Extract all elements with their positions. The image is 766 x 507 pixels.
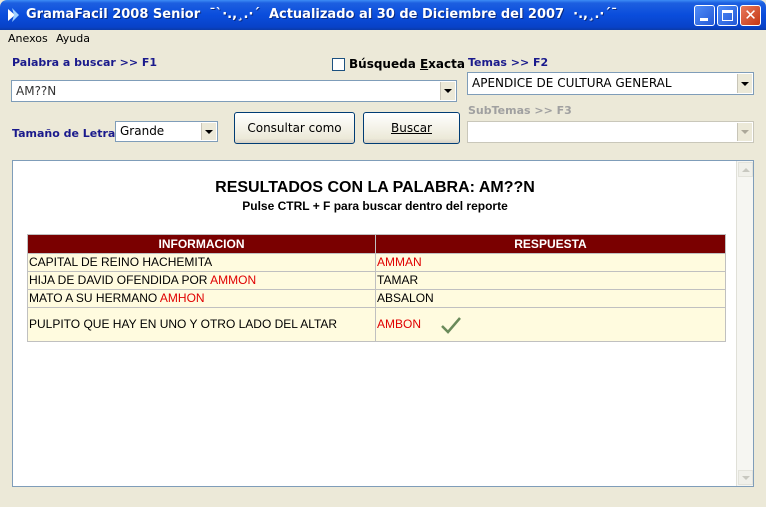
status-bar	[0, 488, 766, 507]
temas-select[interactable]: APENDICE DE CULTURA GENERAL	[467, 72, 754, 95]
info-text: MATO A SU HERMANO	[29, 291, 160, 305]
info-highlight: AMHON	[159, 291, 205, 305]
report-title: RESULTADOS CON LA PALABRA: AM??N	[215, 179, 535, 196]
minimize-icon	[700, 18, 708, 21]
maximize-icon	[722, 10, 733, 21]
table-row: HIJA DE DAVID OFENDIDA POR AMMON TAMAR	[27, 271, 726, 290]
chevron-down-icon[interactable]	[440, 82, 455, 100]
cell-informacion: PULPITO QUE HAY EN UNO Y OTRO LADO DEL A…	[27, 307, 376, 342]
search-label: Palabra a buscar >> F1	[12, 56, 158, 69]
report-panel[interactable]: RESULTADOS CON LA PALABRA: AM??N Pulse C…	[12, 160, 754, 487]
scroll-up-icon[interactable]	[738, 162, 753, 177]
report-subtitle: Pulse CTRL + F para buscar dentro del re…	[242, 199, 508, 213]
answer-text: ABSALON	[377, 291, 434, 305]
temas-label: Temas >> F2	[468, 56, 549, 69]
table-row: PULPITO QUE HAY EN UNO Y OTRO LADO DEL A…	[27, 307, 726, 342]
menu-anexos[interactable]: Anexos	[8, 32, 48, 45]
search-input[interactable]: AM??N	[11, 80, 457, 102]
close-button[interactable]: ✕	[740, 5, 761, 26]
cell-informacion: CAPITAL DE REINO HACHEMITA	[27, 253, 376, 272]
table-row: CAPITAL DE REINO HACHEMITA AMMAN	[27, 253, 726, 272]
results-table: INFORMACION RESPUESTA CAPITAL DE REINO H…	[27, 234, 726, 342]
table-header-row: INFORMACION RESPUESTA	[27, 234, 726, 254]
cell-respuesta: AMBON	[375, 307, 726, 342]
exact-search-label[interactable]: Búsqueda Exacta	[349, 57, 465, 71]
column-header-informacion: INFORMACION	[27, 234, 376, 254]
answer-text: AMMAN	[377, 255, 422, 269]
checkmark-icon	[441, 316, 461, 334]
info-text: CAPITAL DE REINO HACHEMITA	[29, 255, 213, 269]
font-size-value: Grande	[120, 124, 165, 138]
scroll-down-icon[interactable]	[738, 470, 753, 485]
font-size-label: Tamaño de Letra	[12, 127, 116, 140]
chevron-down-icon[interactable]	[737, 123, 752, 141]
maximize-button[interactable]	[717, 5, 738, 26]
chevron-down-icon[interactable]	[737, 74, 752, 93]
chevron-down-icon[interactable]	[201, 123, 216, 140]
info-text: HIJA DE DAVID OFENDIDA POR	[29, 273, 211, 287]
close-icon: ✕	[744, 6, 757, 24]
title-bar[interactable]: GramaFacil 2008 Senior ¯`·.,¸.·´ Actuali…	[0, 0, 766, 30]
window-title: GramaFacil 2008 Senior ¯`·.,¸.·´ Actuali…	[26, 7, 618, 22]
column-header-respuesta: RESPUESTA	[375, 234, 726, 254]
app-icon	[8, 8, 19, 22]
cell-respuesta: TAMAR	[375, 271, 726, 290]
answer-text: TAMAR	[377, 273, 419, 287]
info-text: PULPITO QUE HAY EN UNO Y OTRO LADO DEL A…	[29, 317, 338, 331]
answer-text: AMBON	[377, 316, 422, 331]
exact-search-checkbox[interactable]	[332, 58, 345, 71]
search-value: AM??N	[16, 84, 57, 98]
buscar-button[interactable]: Buscar	[363, 112, 460, 144]
info-highlight: AMMON	[210, 273, 257, 287]
font-size-select[interactable]: Grande	[115, 121, 218, 142]
consultar-button[interactable]: Consultar como	[234, 112, 355, 144]
minimize-button[interactable]	[694, 5, 715, 26]
temas-value: APENDICE DE CULTURA GENERAL	[472, 76, 672, 90]
subtemas-label: SubTemas >> F3	[468, 104, 572, 117]
vertical-scrollbar[interactable]	[736, 161, 753, 486]
table-row: MATO A SU HERMANO AMHON ABSALON	[27, 289, 726, 308]
menu-ayuda[interactable]: Ayuda	[56, 32, 90, 45]
cell-informacion: MATO A SU HERMANO AMHON	[27, 289, 376, 308]
menu-bar: Anexos Ayuda	[0, 30, 766, 48]
cell-respuesta: ABSALON	[375, 289, 726, 308]
subtemas-select[interactable]	[467, 121, 754, 143]
cell-informacion: HIJA DE DAVID OFENDIDA POR AMMON	[27, 271, 376, 290]
cell-respuesta: AMMAN	[375, 253, 726, 272]
